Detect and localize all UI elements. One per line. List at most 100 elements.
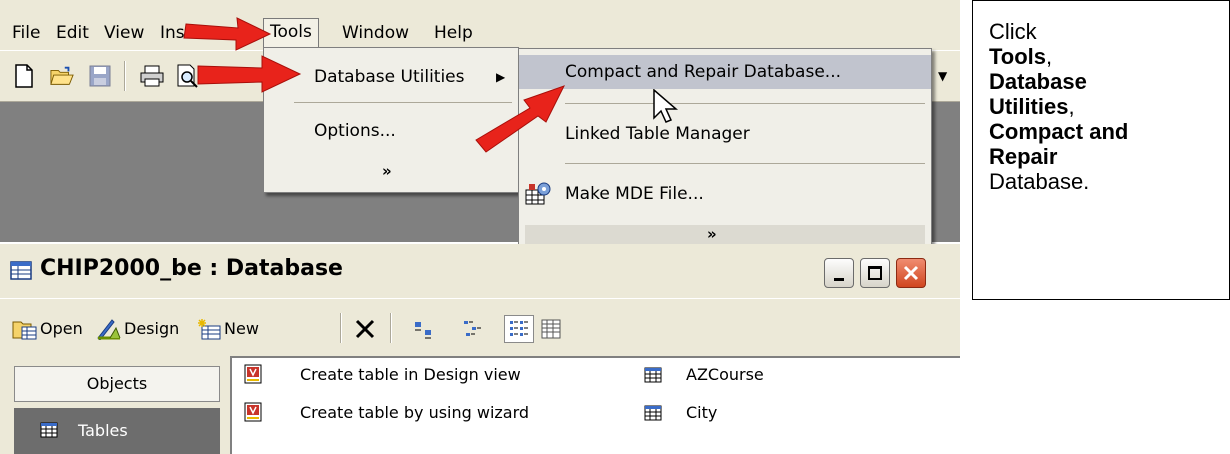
callout-tail: Database. — [989, 169, 1090, 194]
large-icons-icon — [415, 322, 431, 339]
list-item[interactable]: Create table in Design view — [244, 360, 604, 390]
maximize-button[interactable] — [860, 258, 890, 288]
linked-table-manager-label: Linked Table Manager — [565, 124, 750, 144]
list-view-button[interactable] — [504, 315, 534, 343]
callout-comma: , — [1068, 94, 1075, 119]
large-icons-button[interactable] — [412, 315, 434, 343]
callout-line: Compact and — [989, 119, 1229, 144]
menu-file-label: File — [12, 23, 41, 43]
menu-edit-label: Edit — [56, 23, 89, 43]
details-view-button[interactable] — [540, 315, 562, 343]
options-label: Options... — [314, 121, 396, 141]
open-button[interactable]: Open — [12, 315, 83, 343]
list-item-label: Create table by using wizard — [300, 403, 530, 422]
menu-item-options[interactable]: Options... — [264, 114, 518, 148]
access-screenshot: File Edit View Inse Tools Window Help ▼ … — [0, 0, 960, 454]
instruction-callout: Click Tools, Database Utilities, Compact… — [972, 0, 1230, 300]
menu-item-database-utilities[interactable]: Database Utilities ▶ — [264, 60, 518, 94]
database-toolbar: Open Design New — [0, 298, 960, 356]
toolbar-overflow-icon[interactable]: ▼ — [938, 69, 947, 83]
new-object-icon — [198, 319, 221, 340]
table-icon — [40, 422, 58, 438]
menu-help[interactable]: Help — [430, 20, 477, 46]
list-item-label: Create table in Design view — [300, 365, 521, 384]
menu-separator — [565, 163, 925, 164]
callout-line: Tools, — [989, 44, 1229, 69]
menu-file[interactable]: File — [8, 20, 44, 46]
minimize-icon — [834, 277, 844, 281]
menu-insert-label: Inse — [160, 23, 196, 43]
database-utilities-label: Database Utilities — [314, 67, 465, 87]
wizard-icon — [244, 364, 262, 384]
close-icon — [903, 265, 919, 281]
callout-lead: Click — [989, 19, 1037, 44]
menu-item-make-mde[interactable]: Make MDE File... — [519, 177, 931, 211]
callout-line: Utilities, — [989, 94, 1229, 119]
menu-item-compact-repair[interactable]: Compact and Repair Database... — [519, 55, 931, 89]
menu-tools[interactable]: Tools — [263, 18, 319, 48]
callout-compact-and: Compact and — [989, 119, 1129, 144]
list-item[interactable]: City — [644, 398, 844, 428]
table-icon — [644, 405, 662, 421]
list-view-icon — [510, 321, 528, 336]
tools-menu: Database Utilities ▶ Options... » — [263, 47, 519, 193]
wizard-icon — [244, 402, 262, 422]
menu-edit[interactable]: Edit — [52, 20, 93, 46]
objects-button[interactable]: Objects — [14, 366, 220, 402]
list-item-label: AZCourse — [686, 365, 764, 384]
details-view-icon — [541, 319, 561, 339]
menu-item-linked-table-manager[interactable]: Linked Table Manager — [519, 117, 931, 151]
menu-window[interactable]: Window — [338, 20, 413, 46]
compact-repair-label: Compact and Repair Database... — [565, 62, 842, 82]
callout-line: Database — [989, 69, 1229, 94]
design-button[interactable]: Design — [96, 315, 179, 343]
database-window-title: CHIP2000_be : Database — [40, 256, 343, 281]
delete-button[interactable] — [354, 315, 376, 343]
database-window: CHIP2000_be : Database Open Design New O… — [0, 244, 960, 454]
save-icon[interactable] — [88, 63, 112, 89]
submenu-expand-bar[interactable]: » — [525, 225, 925, 245]
objects-list: Create table in Design view Create table… — [230, 356, 960, 454]
database-utilities-submenu: Compact and Repair Database... Linked Ta… — [518, 48, 932, 248]
list-item[interactable]: AZCourse — [644, 360, 844, 390]
print-preview-icon[interactable] — [176, 63, 200, 89]
submenu-arrow-icon: ▶ — [496, 70, 506, 84]
close-button[interactable] — [896, 258, 926, 288]
toolbar-separator — [124, 61, 126, 91]
new-button[interactable]: New — [196, 315, 259, 343]
list-item-label: City — [686, 403, 718, 422]
callout-repair: Repair — [989, 144, 1058, 169]
print-icon[interactable] — [140, 63, 164, 89]
menu-insert[interactable]: Inse — [156, 20, 199, 46]
design-label: Design — [124, 319, 180, 338]
make-mde-icon — [525, 182, 551, 218]
objects-panel: Objects Tables — [0, 356, 226, 454]
callout-tools: Tools — [989, 44, 1047, 69]
make-mde-label: Make MDE File... — [565, 184, 704, 204]
menu-view[interactable]: View — [100, 20, 148, 46]
callout-database: Database — [989, 69, 1087, 94]
new-label: New — [224, 319, 259, 338]
callout-line: Database. — [989, 169, 1229, 194]
callout-line: Repair — [989, 144, 1229, 169]
small-icons-icon — [464, 321, 481, 336]
menu-expand-chevron[interactable]: » — [382, 162, 392, 180]
callout-line: Click — [989, 19, 1229, 44]
callout-utilities: Utilities — [989, 94, 1069, 119]
open-label: Open — [40, 319, 83, 338]
menu-separator — [565, 103, 925, 104]
menu-view-label: View — [104, 23, 145, 43]
tables-nav-item[interactable]: Tables — [14, 408, 220, 454]
database-icon — [10, 261, 32, 280]
menu-window-label: Window — [342, 23, 410, 43]
maximize-icon — [868, 266, 882, 280]
tables-label: Tables — [78, 421, 128, 440]
new-file-icon[interactable] — [12, 63, 36, 89]
minimize-button[interactable] — [824, 258, 854, 288]
open-folder-icon[interactable] — [50, 63, 74, 89]
toolbar-separator — [390, 313, 392, 343]
design-icon — [97, 319, 121, 340]
list-item[interactable]: Create table by using wizard — [244, 398, 604, 428]
table-icon — [644, 367, 662, 383]
small-icons-button[interactable] — [462, 315, 484, 343]
